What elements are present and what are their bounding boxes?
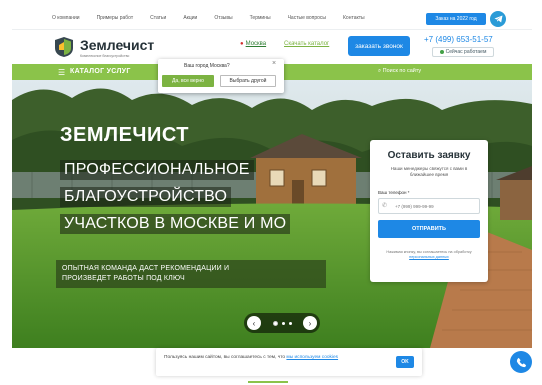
phone-icon: ✆ (382, 203, 388, 209)
nav-link-about[interactable]: О компании (52, 15, 80, 21)
cookie-policy-link[interactable]: мы используем cookies (286, 355, 338, 360)
nav-link-reviews[interactable]: Отзывы (214, 15, 232, 21)
search-icon: ⌕ (378, 68, 382, 74)
close-icon[interactable]: × (272, 60, 276, 67)
phone-input[interactable] (378, 198, 480, 214)
order-call-button[interactable]: заказать звонок (348, 36, 410, 56)
site-search[interactable]: ⌕ Поиск по сайту (378, 68, 421, 75)
hero-subtitle-line-2: ПРОИЗВЕДЕТ РАБОТЫ ПОД КЛЮЧ (62, 275, 185, 282)
nav-link-works[interactable]: Примеры работ (97, 15, 134, 21)
phone-fab-icon[interactable] (510, 351, 532, 373)
hero-slider: ЗЕМЛЕЧИСТ ПРОФЕССИОНАЛЬНОЕ БЛАГОУСТРОЙСТ… (12, 80, 532, 348)
slider-controls: ‹ › (244, 313, 320, 333)
hero-headline-line-3: УЧАСТКОВ В МОСКВЕ И МО (60, 214, 291, 234)
nav-link-terms[interactable]: Термины (250, 15, 271, 21)
nav-link-promos[interactable]: Акции (183, 15, 197, 21)
slider-prev-button[interactable]: ‹ (247, 316, 261, 330)
brand-tagline: Комплексное благоустройство (80, 54, 130, 58)
cookie-message: Пользуясь нашим сайтом, вы соглашаетесь … (164, 355, 286, 360)
slider-dots (272, 320, 292, 326)
phone-field-label: Ваш телефон * (378, 190, 410, 195)
nav-link-faq[interactable]: Частые вопросы (288, 15, 326, 21)
city-selector[interactable]: ● Москва (240, 41, 266, 47)
download-catalog-link[interactable]: Скачать каталог (284, 41, 329, 47)
submit-request-button[interactable]: ОТПРАВИТЬ (378, 220, 480, 238)
request-form: Оставить заявку Наши менеджеры свяжутся … (370, 140, 488, 282)
brand-name[interactable]: Землечист (80, 37, 154, 53)
privacy-consent-prefix: Нажимая кнопку, вы соглашаетесь на обраб… (386, 250, 472, 254)
hero-subtitle-line-1: ОПЫТНАЯ КОМАНДА ДАСТ РЕКОМЕНДАЦИИ И (62, 265, 230, 272)
cookie-consent-bar: Пользуясь нашим сайтом, вы соглашаетесь … (156, 348, 422, 376)
hamburger-icon[interactable]: ☰ (58, 68, 65, 77)
slider-next-button[interactable]: › (303, 316, 317, 330)
slider-dot-2[interactable] (281, 321, 285, 325)
city-choose-other-button[interactable]: Выбрать другой (220, 75, 276, 87)
page-frame: О компании Примеры работ Статьи Акции От… (12, 8, 532, 385)
open-status-badge: Сейчас работаем (432, 47, 494, 57)
status-dot-icon (439, 50, 444, 54)
privacy-policy-link[interactable]: персональных данных (409, 255, 449, 259)
cookie-accept-button[interactable]: OK (396, 356, 414, 368)
slider-dot-3[interactable] (288, 321, 292, 325)
hero-title: ЗЕМЛЕЧИСТ (60, 124, 189, 146)
telegram-icon[interactable] (490, 11, 506, 27)
slider-dot-1[interactable] (272, 320, 278, 326)
privacy-consent-text: Нажимая кнопку, вы соглашаетесь на обраб… (380, 250, 478, 260)
top-nav-links: О компании Примеры работ Статьи Акции От… (52, 15, 382, 21)
hero-headline-line-2: БЛАГОУСТРОЙСТВО (60, 187, 232, 207)
section-divider (248, 381, 288, 383)
nav-link-articles[interactable]: Статьи (150, 15, 166, 21)
city-confirm-yes-button[interactable]: Да, все верно (162, 75, 214, 87)
search-placeholder: Поиск по сайту (382, 68, 422, 74)
city-confirm-question: Ваш город Москва? (184, 63, 230, 69)
header-phone[interactable]: +7 (499) 653-51-57 (424, 35, 493, 44)
top-nav: О компании Примеры работ Статьи Акции От… (12, 8, 532, 30)
map-pin-icon: ● (240, 41, 244, 47)
top-callback-button[interactable]: Заказ на 2022 год (426, 13, 486, 25)
cookie-text: Пользуясь нашим сайтом, вы соглашаетесь … (164, 354, 389, 361)
form-description: Наши менеджеры свяжутся с вами в ближайш… (390, 166, 468, 177)
hero-subtitle: ОПЫТНАЯ КОМАНДА ДАСТ РЕКОМЕНДАЦИИ И ПРОИ… (56, 260, 326, 288)
nav-link-contacts[interactable]: Контакты (343, 15, 365, 21)
form-title: Оставить заявку (387, 150, 471, 161)
city-name: Москва (245, 41, 267, 47)
open-status-text: Сейчас работаем (445, 49, 487, 55)
catalog-menu-button[interactable]: КАТАЛОГ УСЛУГ (70, 68, 131, 75)
hero-headline-line-1: ПРОФЕССИОНАЛЬНОЕ (60, 160, 254, 180)
city-confirm-popup: Ваш город Москва? × Да, все верно Выбрат… (158, 59, 284, 93)
logo-icon[interactable] (54, 36, 74, 58)
